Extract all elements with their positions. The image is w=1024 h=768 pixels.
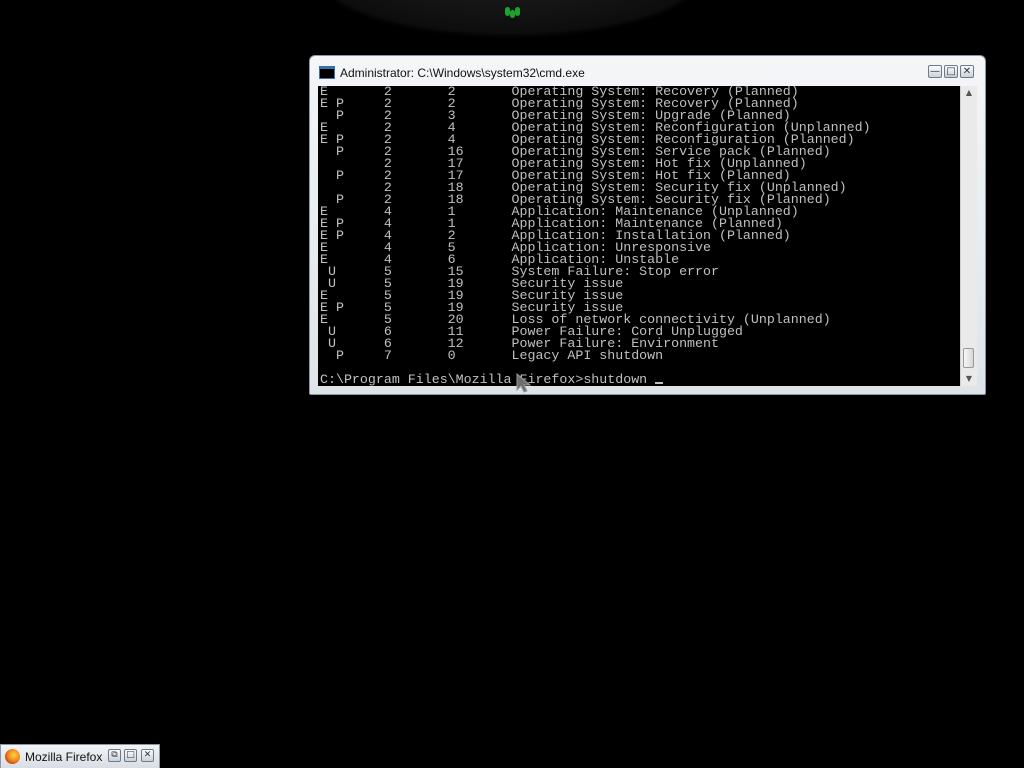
console-lines: E 2 2 Operating System: Recovery (Planne… — [318, 86, 960, 362]
firefox-icon — [5, 749, 20, 764]
minimized-window-title: Mozilla Firefox — [25, 750, 103, 764]
maximize-button[interactable]: □ — [124, 749, 137, 762]
console-output[interactable]: E 2 2 Operating System: Recovery (Planne… — [318, 86, 960, 386]
command-prompt-text: C:\Program Files\Mozilla Firefox>shutdow… — [320, 372, 648, 386]
mouse-pointer-icon — [516, 372, 532, 393]
close-button[interactable]: ✕ — [960, 65, 974, 78]
text-cursor — [655, 382, 664, 384]
window-title: Administrator: C:\Windows\system32\cmd.e… — [340, 66, 585, 80]
close-button[interactable]: ✕ — [141, 749, 154, 762]
minimize-button[interactable]: — — [928, 65, 942, 78]
start-orb-glow[interactable] — [497, 5, 527, 18]
minimized-firefox-window[interactable]: Mozilla Firefox ⧉ □ ✕ — [0, 744, 160, 768]
cmd-window[interactable]: Administrator: C:\Windows\system32\cmd.e… — [309, 55, 986, 395]
vertical-scrollbar[interactable]: ▲ ▼ — [960, 86, 977, 386]
cmd-icon[interactable] — [319, 66, 335, 79]
title-bar[interactable]: Administrator: C:\Windows\system32\cmd.e… — [310, 56, 985, 86]
desktop: Administrator: C:\Windows\system32\cmd.e… — [0, 0, 1024, 768]
scroll-down-arrow-icon[interactable]: ▼ — [961, 372, 977, 386]
restore-button[interactable]: ⧉ — [108, 749, 121, 762]
maximize-button[interactable]: □ — [944, 65, 958, 78]
scroll-thumb[interactable] — [963, 348, 974, 368]
scroll-up-arrow-icon[interactable]: ▲ — [961, 86, 977, 100]
console-line: P 7 0 Legacy API shutdown — [320, 348, 664, 363]
command-prompt-line[interactable]: C:\Program Files\Mozilla Firefox>shutdow… — [320, 372, 664, 386]
